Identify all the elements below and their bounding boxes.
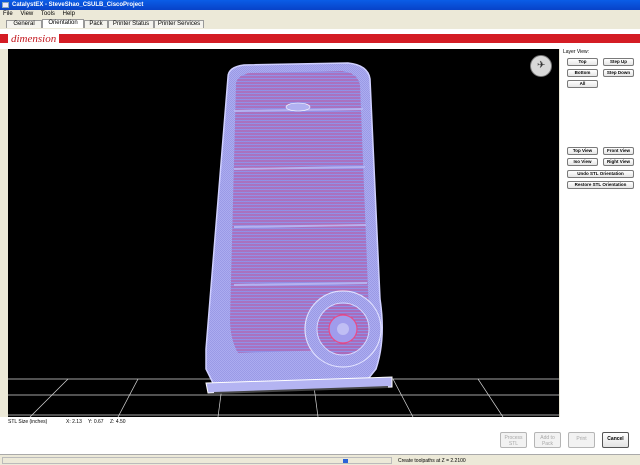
progress-fill: [343, 459, 348, 463]
restore-stl-orientation-button[interactable]: Restore STL Orientation: [567, 181, 634, 189]
step-down-button[interactable]: Step Down: [603, 69, 634, 77]
model-render: [8, 62, 559, 417]
cancel-button[interactable]: Cancel: [602, 432, 629, 448]
top-view-button[interactable]: Top View: [567, 147, 598, 155]
process-stl-button[interactable]: Process STL: [500, 432, 527, 448]
tab-pack[interactable]: Pack: [84, 20, 108, 28]
tab-printer-status[interactable]: Printer Status: [108, 20, 154, 28]
tab-general[interactable]: General: [6, 20, 42, 28]
tab-bar: General Orientation Pack Printer Status …: [0, 18, 640, 28]
brand-band: dimension: [0, 29, 640, 49]
menu-bar: File View Tools Help: [0, 10, 640, 18]
action-bar: Process STL Add to Pack Print Cancel: [0, 427, 640, 454]
red-stripe: [0, 34, 640, 43]
tab-orientation[interactable]: Orientation: [42, 19, 84, 28]
status-text: Create toolpaths at Z = 2.2100: [398, 458, 466, 464]
add-to-pack-button[interactable]: Add to Pack: [534, 432, 561, 448]
stl-size-z: Z: 4.50: [110, 419, 126, 425]
right-view-button[interactable]: Right View: [603, 158, 634, 166]
side-panel: Layer View: Top Step Up Bottom Step Down…: [560, 49, 640, 417]
layer-all-button[interactable]: All: [567, 80, 598, 88]
menu-file[interactable]: File: [0, 10, 16, 18]
orientation-widget[interactable]: ✈: [530, 55, 552, 77]
front-view-button[interactable]: Front View: [603, 147, 634, 155]
stl-size-label: STL Size (inches): [8, 419, 48, 425]
step-up-button[interactable]: Step Up: [603, 58, 634, 66]
stl-size-bar: STL Size (inches) X: 2.13 Y: 0.67 Z: 4.5…: [0, 417, 640, 427]
menu-help[interactable]: Help: [60, 10, 78, 18]
3d-viewport[interactable]: ✈: [8, 49, 559, 417]
stl-size-x: X: 2.13: [66, 419, 82, 425]
dimension-logo: dimension: [8, 33, 60, 45]
undo-stl-orientation-button[interactable]: Undo STL Orientation: [567, 170, 634, 178]
orientation-axes-icon: ✈: [537, 60, 546, 71]
app-icon: [2, 2, 9, 8]
tab-printer-services[interactable]: Printer Services: [154, 20, 204, 28]
layer-view-label: Layer View:: [563, 49, 590, 55]
status-bar: Create toolpaths at Z = 2.2100: [0, 454, 640, 465]
iso-view-button[interactable]: Iso View: [567, 158, 598, 166]
title-bar: CatalystEX - SteveShao_CSULB_CiscoProjec…: [0, 0, 640, 10]
window-title: CatalystEX - SteveShao_CSULB_CiscoProjec…: [12, 2, 144, 8]
print-button[interactable]: Print: [568, 432, 595, 448]
layer-top-button[interactable]: Top: [567, 58, 598, 66]
layer-bottom-button[interactable]: Bottom: [567, 69, 598, 77]
menu-tools[interactable]: Tools: [38, 10, 58, 18]
menu-view[interactable]: View: [17, 10, 36, 18]
progress-bar: [2, 457, 392, 464]
stl-size-y: Y: 0.67: [88, 419, 104, 425]
